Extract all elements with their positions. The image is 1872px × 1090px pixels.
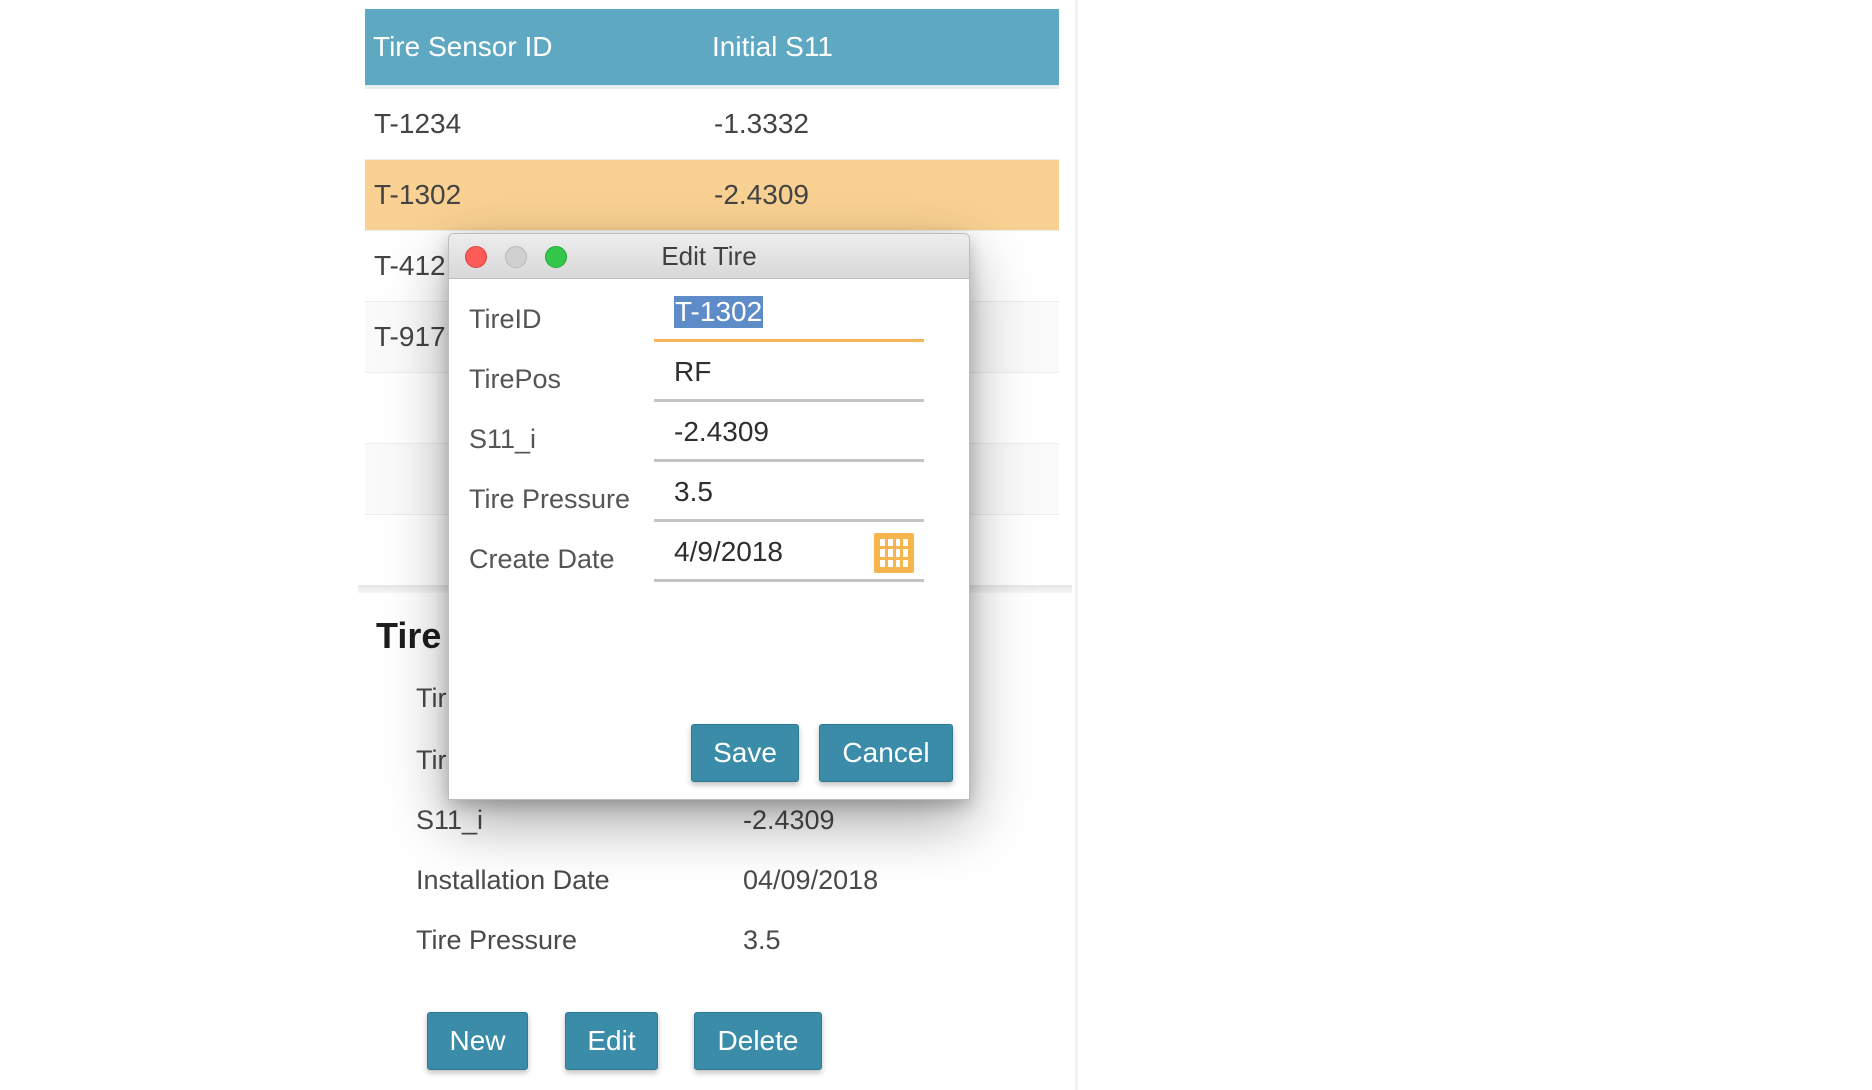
delete-button[interactable]: Delete bbox=[694, 1012, 822, 1070]
close-window-icon[interactable] bbox=[465, 246, 487, 268]
detail-value-installation-date: 04/09/2018 bbox=[743, 865, 879, 895]
table-row[interactable]: T-1234 -1.3332 bbox=[365, 89, 1059, 160]
detail-label-s11: S11_i bbox=[416, 805, 484, 835]
cell-sensor-id: T-1234 bbox=[374, 108, 462, 139]
edit-tire-dialog: Edit Tire TireID T-1302 TirePos RF S11_i… bbox=[448, 233, 970, 800]
tirepos-label: TirePos bbox=[469, 364, 562, 394]
cell-initial-s11: -1.3332 bbox=[714, 108, 809, 139]
new-button[interactable]: New bbox=[427, 1012, 528, 1070]
tireid-value: T-1302 bbox=[674, 295, 764, 328]
tire-pressure-label: Tire Pressure bbox=[469, 484, 631, 514]
create-date-value: 4/9/2018 bbox=[674, 535, 783, 567]
cell-sensor-id: T-1302 bbox=[374, 179, 462, 210]
tireid-label: TireID bbox=[469, 304, 542, 334]
minimize-window-icon[interactable] bbox=[505, 246, 527, 268]
create-date-field[interactable]: 4/9/2018 bbox=[654, 524, 924, 582]
tireid-field[interactable]: T-1302 bbox=[654, 284, 924, 342]
column-header-initial-s11[interactable]: Initial S11 bbox=[710, 31, 833, 63]
window-edge bbox=[1075, 0, 1078, 1090]
create-date-label: Create Date bbox=[469, 544, 615, 574]
s11-field[interactable]: -2.4309 bbox=[654, 404, 924, 462]
s11-value: -2.4309 bbox=[674, 415, 769, 447]
detail-label: Tir bbox=[416, 745, 447, 775]
save-button[interactable]: Save bbox=[691, 724, 799, 782]
detail-label: Tir bbox=[416, 683, 447, 713]
tire-pressure-value: 3.5 bbox=[674, 475, 713, 507]
tirepos-value: RF bbox=[674, 355, 712, 387]
cancel-button[interactable]: Cancel bbox=[819, 724, 953, 782]
table-header: Tire Sensor ID Initial S11 bbox=[365, 9, 1059, 89]
detail-value-s11: -2.4309 bbox=[743, 805, 835, 835]
details-title: Tire bbox=[376, 615, 442, 656]
cell-initial-s11: -2.4309 bbox=[714, 179, 809, 210]
dialog-title: Edit Tire bbox=[661, 240, 757, 271]
edit-button[interactable]: Edit bbox=[565, 1012, 658, 1070]
s11-label: S11_i bbox=[469, 424, 537, 454]
zoom-window-icon[interactable] bbox=[545, 246, 567, 268]
detail-label-installation-date: Installation Date bbox=[416, 865, 610, 895]
table-row-selected[interactable]: T-1302 -2.4309 bbox=[365, 160, 1059, 231]
detail-label-tire-pressure: Tire Pressure bbox=[416, 925, 578, 955]
dialog-titlebar[interactable]: Edit Tire bbox=[449, 234, 969, 279]
tire-pressure-field[interactable]: 3.5 bbox=[654, 464, 924, 522]
calendar-icon[interactable] bbox=[874, 533, 914, 573]
column-header-sensor-id[interactable]: Tire Sensor ID bbox=[365, 31, 710, 63]
detail-value-tire-pressure: 3.5 bbox=[743, 925, 781, 955]
tirepos-field[interactable]: RF bbox=[654, 344, 924, 402]
